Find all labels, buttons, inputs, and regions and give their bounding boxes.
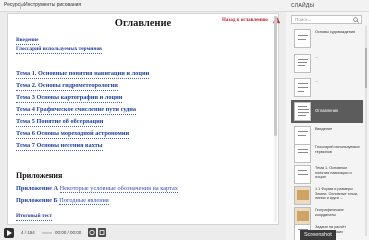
crumb-divider	[20, 2, 21, 9]
link-topic-1[interactable]: Тема 1. Основные понятия навигации и лоц…	[16, 70, 150, 79]
link-introduction[interactable]: Введение	[16, 37, 39, 45]
slide-search-input[interactable]: Поиск...	[291, 15, 362, 24]
appendix-a-prefix[interactable]: Приложение А	[16, 185, 58, 192]
link-appendix-b[interactable]: Приложение Б Погодные явления	[16, 197, 109, 205]
slide-item-8[interactable]: 1.1 Форма и размеры Земли. Основные точк…	[291, 184, 363, 207]
crumb-drawing-tools[interactable]: Инструменты рисования	[24, 2, 81, 8]
slide-item-3[interactable]: ...	[291, 76, 363, 99]
link-glossary[interactable]: Глоссарий используемых терминов	[16, 46, 102, 54]
appendix-b-text[interactable]: Погодные явления	[59, 197, 109, 205]
top-bar: Ресурсы Инструменты рисования СЛАЙДЫ	[0, 0, 369, 12]
sidebar-scrollbar[interactable]	[365, 26, 367, 236]
appendix-heading: Приложения	[16, 171, 63, 180]
slide-thumbnail	[294, 78, 311, 97]
appendix-b-prefix[interactable]: Приложение Б	[16, 197, 58, 204]
slide-counter: 4 / 154	[21, 230, 35, 235]
slide-item-1[interactable]: Основы судовождения	[291, 27, 363, 50]
play-icon	[7, 230, 12, 236]
slide-label: 1.1 Форма и размеры Земли. Основные точк…	[315, 187, 359, 201]
link-topic-3[interactable]: Тема 3 Основы картографии и лоции	[16, 94, 123, 103]
playback-time: 00:00 / 00:00	[55, 230, 82, 235]
screenshot-label: Screenshot	[300, 230, 336, 240]
slide-stage: Оглавление Назад к оглавлению Введение Г…	[7, 13, 281, 225]
search-placeholder: Поиск...	[295, 17, 312, 22]
slide-label: Географические координаты	[315, 208, 344, 217]
appendix-a-text[interactable]: Некоторые условные обозначения на картах	[59, 185, 178, 193]
slide-label: ...	[315, 79, 319, 83]
link-topic-2[interactable]: Тема 2. Основы гидрометеорологии	[16, 82, 118, 91]
fullscreen-button[interactable]	[98, 228, 106, 237]
back-to-contents-link[interactable]: Назад к оглавлению	[222, 18, 268, 23]
slide-thumbnail	[294, 165, 311, 184]
link-topic-7[interactable]: Тема 7 Основы несения вахты	[16, 142, 103, 151]
slide-label: Введение	[315, 127, 333, 131]
slide-label: Основы судовождения	[315, 30, 356, 34]
link-topic-4[interactable]: Тема 4 Графическое счисление пути судна	[16, 106, 137, 115]
slide-label: Оглавление	[315, 108, 339, 113]
slide-item-2[interactable]: ...	[291, 52, 363, 75]
replay-button[interactable]	[88, 228, 96, 237]
slide-label: ...	[315, 55, 319, 59]
link-final-test[interactable]: Итоговый тест	[16, 213, 53, 221]
slide-item-4-active[interactable]: Оглавление	[291, 100, 363, 123]
stage-scroll-thumb[interactable]	[274, 16, 277, 136]
slide-thumbnail	[294, 144, 311, 163]
replay-icon	[89, 229, 95, 236]
sidebar-scroll-thumb[interactable]	[365, 48, 367, 88]
link-appendix-a[interactable]: Приложение А Некоторые условные обозначе…	[16, 185, 178, 193]
playback-progress[interactable]	[42, 232, 52, 234]
slide-item-6[interactable]: Глоссарий используемых терминов	[291, 142, 363, 165]
slide-label: Тема 1. Основные понятия навигации и лоц…	[315, 166, 352, 180]
stage-scrollbar[interactable]	[274, 16, 277, 222]
slides-sidebar: Поиск... Основы судовождения ... ... Огл…	[286, 12, 369, 240]
slide-item-7[interactable]: Тема 1. Основные понятия навигации и лоц…	[291, 163, 363, 186]
link-topic-5[interactable]: Тема 5 Понятие об обсервации	[16, 118, 104, 127]
slide-thumbnail	[294, 186, 311, 205]
search-icon[interactable]	[353, 17, 359, 23]
fullscreen-icon	[99, 230, 105, 235]
slides-panel-title: СЛАЙДЫ	[291, 3, 315, 9]
slide-thumbnail	[294, 29, 311, 48]
link-topic-6[interactable]: Тема 6 Основы мореходной астрономии	[16, 130, 130, 139]
player-controls: 4 / 154 00:00 / 00:00	[0, 226, 282, 240]
slide-thumbnail	[294, 102, 311, 121]
slide-label: Глоссарий используемых терминов	[315, 145, 360, 154]
play-button[interactable]	[4, 228, 14, 238]
slide-thumbnail	[294, 54, 311, 73]
